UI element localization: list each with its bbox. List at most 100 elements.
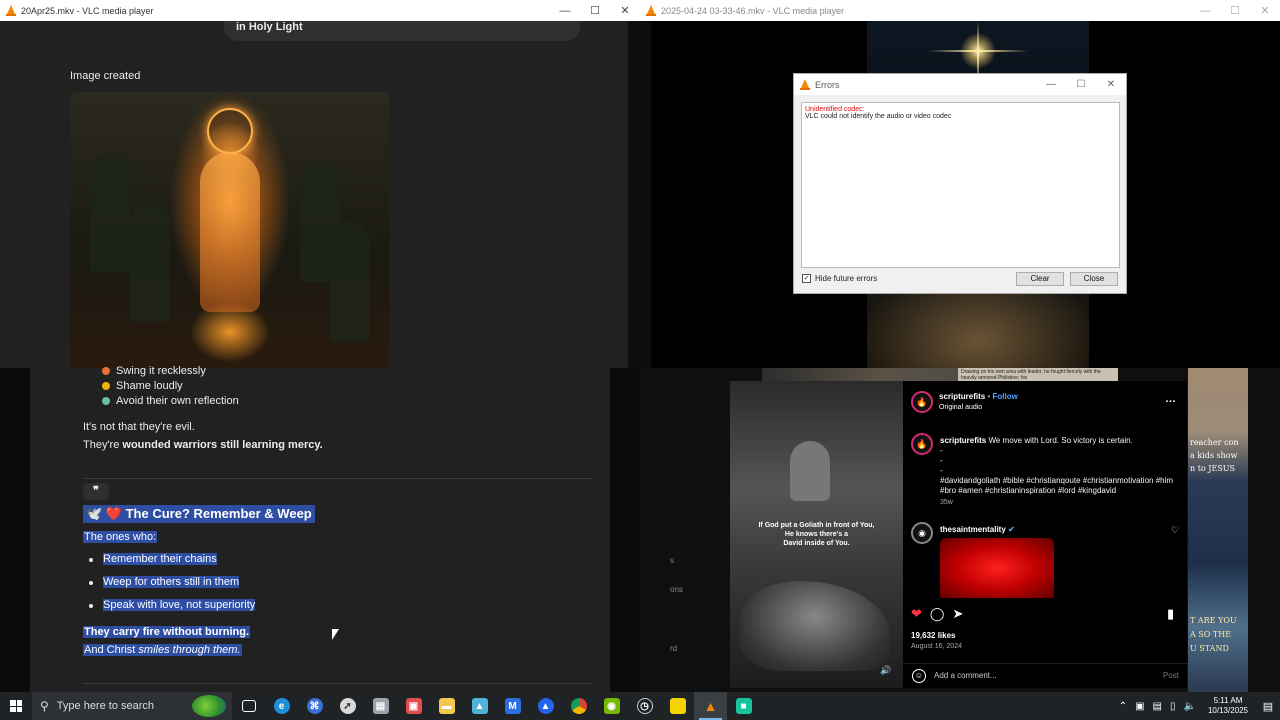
chrome-icon[interactable] xyxy=(562,692,595,720)
comment-input[interactable]: Add a comment... xyxy=(934,671,997,680)
image-created-label: Image created xyxy=(70,70,141,82)
windows-logo-icon xyxy=(10,700,22,712)
tray-app-icon[interactable]: ▣ xyxy=(1131,701,1148,712)
generated-image[interactable] xyxy=(70,92,389,368)
store-icon[interactable]: ▣ xyxy=(397,692,430,720)
chat-top-panel: in Holy Light Image created xyxy=(0,21,628,368)
app-icon-compass[interactable]: ➚ xyxy=(331,692,364,720)
app-icon-teal[interactable]: ▲ xyxy=(463,692,496,720)
side-image-text: U STAND xyxy=(1190,644,1229,653)
comment-user-text: thesaintmentality xyxy=(940,525,1006,534)
divider xyxy=(83,683,593,684)
error-log-box[interactable]: Unidentified codec: VLC could not identi… xyxy=(801,102,1120,268)
edge-icon[interactable]: e xyxy=(265,692,298,720)
left-vlc-titlebar[interactable]: 20Apr25.mkv - VLC media player — ☐ ✕ xyxy=(0,0,640,21)
maximize-icon[interactable]: ☐ xyxy=(1220,0,1250,21)
close-icon[interactable]: ✕ xyxy=(1250,0,1280,21)
taskbar-search[interactable]: ⚲ Type here to search xyxy=(32,692,232,720)
list-item-text: Avoid their own reflection xyxy=(116,395,239,407)
chevron-up-icon[interactable]: ⌃ xyxy=(1115,701,1131,712)
start-button[interactable] xyxy=(0,692,32,720)
errors-dialog: Errors — ☐ ✕ Unidentified codec: VLC cou… xyxy=(793,73,1127,294)
caption-username[interactable]: scripturefits xyxy=(940,436,986,445)
task-view-icon[interactable] xyxy=(232,692,265,720)
app-icon-gray[interactable]: ▤ xyxy=(364,692,397,720)
caption-line: David inside of You. xyxy=(783,540,850,547)
close-button[interactable]: Close xyxy=(1070,272,1118,286)
network-icon[interactable]: ▤ xyxy=(1149,701,1166,712)
minimize-icon[interactable]: — xyxy=(1036,79,1066,90)
comment-image[interactable] xyxy=(940,538,1054,598)
checkbox-checked-icon[interactable]: ✓ xyxy=(802,274,811,283)
hide-errors-checkbox[interactable]: ✓ Hide future errors xyxy=(802,274,877,283)
mouse-cursor-icon xyxy=(332,629,339,640)
close-icon[interactable]: ✕ xyxy=(1096,79,1126,90)
heart-icon[interactable]: ❤ xyxy=(911,606,922,622)
caption-line: If God put a Goliath in front of You, xyxy=(758,522,875,529)
clear-button[interactable]: Clear xyxy=(1016,272,1064,286)
vlc-cone-icon xyxy=(6,5,16,16)
username-link[interactable]: scripturefits xyxy=(939,392,985,401)
side-text: s xyxy=(670,556,674,565)
notification-icon[interactable]: ▤ xyxy=(1256,700,1280,713)
search-placeholder: Type here to search xyxy=(56,700,155,712)
like-comment-icon[interactable]: ♡ xyxy=(1171,525,1179,536)
maximize-icon[interactable]: ☐ xyxy=(1066,79,1096,90)
bullet-emoji-icon xyxy=(102,382,110,390)
maximize-icon[interactable]: ☐ xyxy=(580,0,610,21)
text-italic: smiles through them. xyxy=(138,644,241,656)
clock[interactable]: 5:11 AM 10/13/2025 xyxy=(1200,696,1256,716)
vlc-taskbar-icon[interactable]: ▲ xyxy=(694,692,727,720)
hashtags[interactable]: #davidandgoliath #bible #christianqoute … xyxy=(940,476,1180,496)
app-icon-arc[interactable]: ▲ xyxy=(529,692,562,720)
right-window-title: 2025-04-24 03-33-46.mkv - VLC media play… xyxy=(661,5,845,16)
follow-button[interactable]: Follow xyxy=(993,392,1018,401)
app-icon-blue[interactable]: ⌘ xyxy=(298,692,331,720)
minimize-icon[interactable]: — xyxy=(1190,0,1220,21)
avatar[interactable]: 🔥 xyxy=(911,391,933,413)
verified-badge-icon: ✔ xyxy=(1008,525,1015,534)
nvidia-icon[interactable]: ◉ xyxy=(595,692,628,720)
bullet-item: Weep for others still in them xyxy=(89,576,240,588)
caption-line: - xyxy=(940,446,943,455)
search-highlight-icon xyxy=(192,695,226,717)
post-button[interactable]: Post xyxy=(1163,671,1179,680)
clock-date: 10/13/2025 xyxy=(1207,706,1248,715)
right-vlc-titlebar[interactable]: 2025-04-24 03-33-46.mkv - VLC media play… xyxy=(640,0,1280,21)
list-item: Shame loudly xyxy=(102,380,183,392)
app-icon-clock[interactable]: ◷ xyxy=(628,692,661,720)
intro-text: The ones who: xyxy=(83,531,158,543)
malwarebytes-icon[interactable]: M xyxy=(496,692,529,720)
message-pill: in Holy Light xyxy=(224,21,580,41)
app-icon-green[interactable]: ■ xyxy=(727,692,760,720)
sticky-notes-icon[interactable] xyxy=(661,692,694,720)
caption-text: We move with Lord. So victory is certain… xyxy=(988,436,1133,445)
battery-icon[interactable]: ▯ xyxy=(1166,701,1180,712)
section-heading: 🕊️ ❤️ The Cure? Remember & Weep xyxy=(83,505,315,523)
comment-icon[interactable]: ◯ xyxy=(930,606,945,622)
taskbar: ⚲ Type here to search e ⌘ ➚ ▤ ▣ ▬ ▲ M ▲ … xyxy=(0,692,1280,720)
avatar[interactable]: 🔥 xyxy=(911,433,933,455)
avatar[interactable]: ◉ xyxy=(911,522,933,544)
crowd-figure xyxy=(330,222,370,342)
audio-label[interactable]: Original audio xyxy=(939,404,982,411)
close-icon[interactable]: ✕ xyxy=(610,0,640,21)
errors-dialog-titlebar[interactable]: Errors — ☐ ✕ xyxy=(794,74,1126,95)
caption-age: 35w xyxy=(940,499,953,506)
share-icon[interactable]: ➤ xyxy=(952,606,963,622)
likes-count[interactable]: 19,632 likes xyxy=(911,631,955,640)
emoji-icon[interactable]: ☺ xyxy=(912,669,926,683)
bullet-emoji-icon xyxy=(102,367,110,375)
volume-icon[interactable]: 🔈 xyxy=(1180,701,1200,712)
comment-username[interactable]: thesaintmentality ✔ xyxy=(940,525,1015,534)
speaker-icon[interactable]: 🔊 xyxy=(880,665,891,676)
instagram-post-panel: 🔥 scripturefits • Follow Original audio … xyxy=(903,381,1187,688)
checkbox-label: Hide future errors xyxy=(815,274,878,283)
more-options-icon[interactable]: … xyxy=(1165,393,1176,405)
closing-line: They carry fire without burning. xyxy=(83,626,251,638)
quote-icon[interactable]: ❞ xyxy=(83,483,109,500)
file-explorer-icon[interactable]: ▬ xyxy=(430,692,463,720)
minimize-icon[interactable]: — xyxy=(550,0,580,21)
bookmark-icon[interactable]: ▮ xyxy=(1167,606,1174,622)
reel-video[interactable]: If God put a Goliath in front of You, He… xyxy=(730,381,903,688)
